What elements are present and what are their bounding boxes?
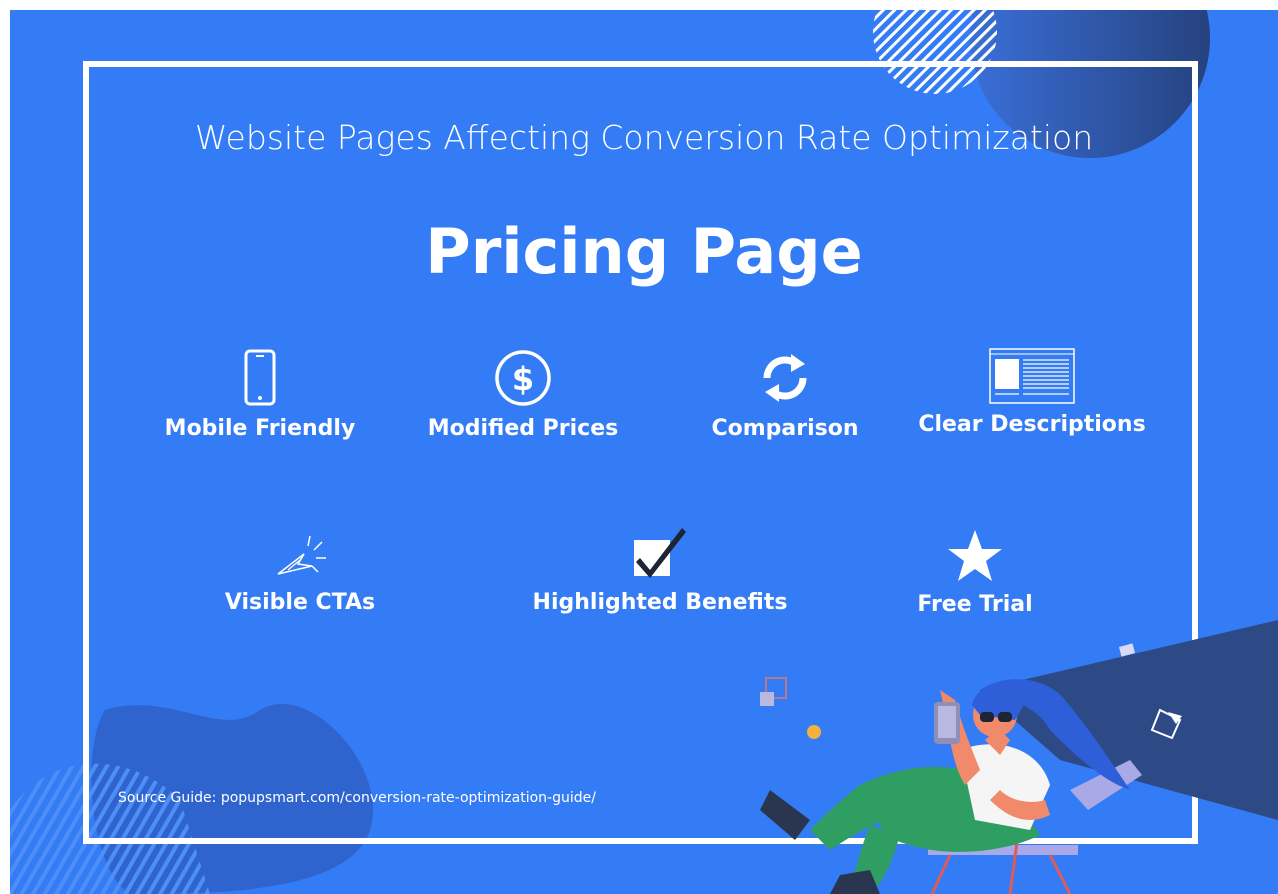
refresh-arrows-icon (763, 354, 807, 402)
feature-highlighted-benefits: Highlighted Benefits (530, 522, 790, 615)
feature-label: Comparison (711, 416, 859, 441)
feature-visible-ctas: Visible CTAs (170, 532, 430, 615)
feature-label: Mobile Friendly (164, 416, 356, 441)
feature-label: Modified Prices (427, 416, 619, 441)
mobile-phone-icon (244, 349, 276, 406)
feature-mobile-friendly: Mobile Friendly (130, 348, 390, 441)
infographic-canvas: Website Pages Affecting Conversion Rate … (10, 10, 1278, 894)
feature-free-trial: Free Trial (845, 528, 1105, 617)
feature-label: Visible CTAs (224, 590, 376, 615)
page-title: Pricing Page (425, 215, 863, 288)
star-icon (948, 530, 1002, 581)
cursor-click-icon (277, 535, 326, 575)
woman-with-phone-illustration (760, 620, 1278, 894)
document-layout-icon (989, 348, 1075, 404)
source-guide-text: Source Guide: popupsmart.com/conversion-… (118, 790, 596, 806)
page-subtitle: Website Pages Affecting Conversion Rate … (194, 118, 1094, 157)
feature-label: Highlighted Benefits (532, 590, 788, 615)
dollar-coin-icon: $ (495, 350, 551, 406)
feature-modified-prices: $ Modified Prices (393, 348, 653, 441)
svg-text:$: $ (512, 360, 534, 398)
feature-comparison: Comparison (655, 348, 915, 441)
feature-label: Clear Descriptions (918, 412, 1146, 437)
feature-label: Free Trial (917, 592, 1033, 617)
feature-clear-descriptions: Clear Descriptions (902, 348, 1162, 437)
checkbox-checked-icon (634, 528, 686, 578)
